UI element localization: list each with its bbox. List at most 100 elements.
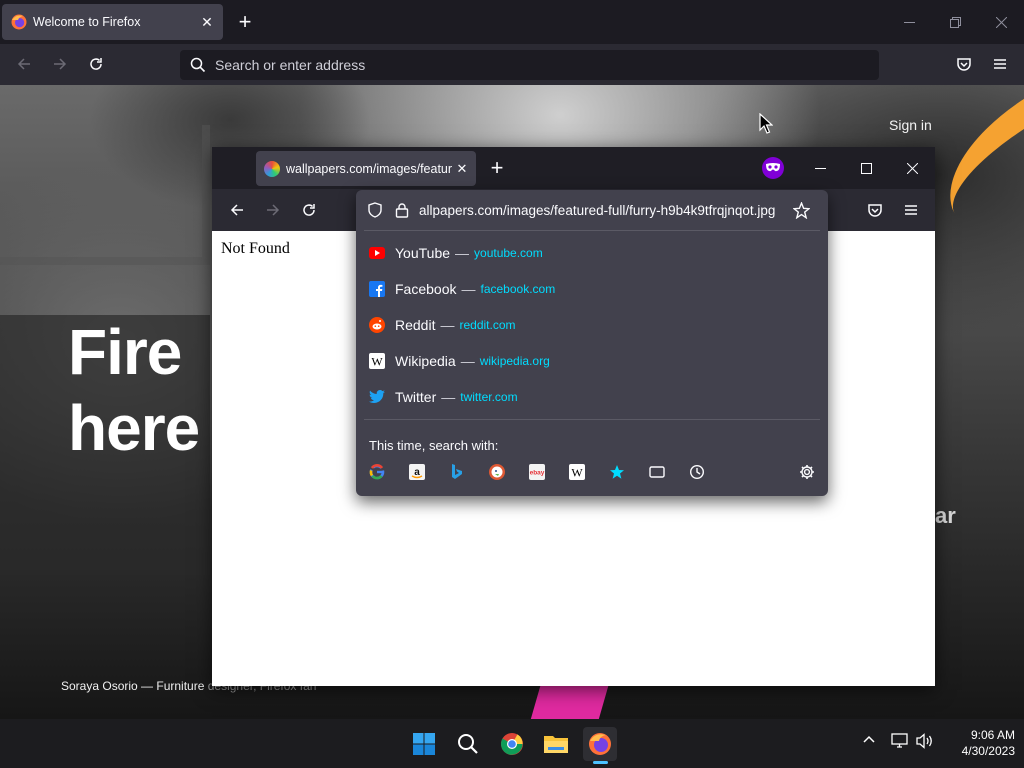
hero-right-text: ar (935, 503, 956, 528)
close-icon (906, 162, 918, 174)
wikipedia-icon[interactable]: W (567, 462, 587, 482)
bing-icon[interactable] (447, 462, 467, 482)
restore-icon (949, 16, 961, 28)
address-bar-dropdown: allpapers.com/images/featured-full/furry… (356, 190, 828, 496)
twitter-icon (369, 389, 385, 405)
search-with-label: This time, search with: (369, 438, 499, 453)
lock-icon[interactable] (395, 202, 409, 218)
forward-button[interactable] (258, 195, 288, 225)
address-url-text: allpapers.com/images/featured-full/furry… (419, 202, 776, 218)
maximize-button[interactable] (843, 147, 889, 189)
svg-text:ebay: ebay (530, 470, 545, 477)
amazon-icon[interactable]: a (407, 462, 427, 482)
suggestion-dash: — (440, 317, 455, 333)
wikipedia-icon: W (369, 353, 385, 369)
suggestion-name: Facebook (395, 281, 457, 297)
folder-icon (544, 736, 568, 753)
private-browsing-icon (762, 157, 784, 179)
minimize-icon (903, 21, 915, 23)
suggestion-reddit[interactable]: Reddit — reddit.com (360, 308, 824, 342)
back-button[interactable] (222, 195, 252, 225)
maximize-icon (860, 162, 872, 174)
taskbar: 9:06 AM 4/30/2023 (0, 719, 1024, 768)
close-window-button[interactable] (889, 147, 935, 189)
not-found-text: Not Found (221, 240, 290, 257)
speaker-icon (916, 733, 932, 749)
sign-in-link[interactable]: Sign in (889, 117, 932, 133)
clock-time: 9:06 AM (970, 728, 1015, 742)
pink-decoration (530, 683, 610, 719)
volume-button[interactable] (916, 733, 934, 752)
pocket-button[interactable] (949, 49, 979, 79)
duckduckgo-icon[interactable] (487, 462, 507, 482)
new-tab-button[interactable]: + (483, 154, 511, 182)
suggestion-url: facebook.com (480, 282, 556, 296)
suggestion-name: Reddit (395, 317, 436, 333)
taskbar-clock[interactable]: 9:06 AM 4/30/2023 (945, 727, 1015, 759)
address-bar[interactable]: Search or enter address (180, 50, 879, 80)
suggestion-url: youtube.com (474, 246, 543, 260)
pocket-icon (957, 58, 971, 71)
tab-close-icon[interactable]: ✕ (452, 159, 472, 179)
suggestion-url: reddit.com (459, 318, 516, 332)
restore-button[interactable] (932, 0, 978, 44)
search-icon (458, 734, 478, 754)
credit-name: Soraya Osorio — Furniture (61, 679, 205, 693)
bookmarks-icon[interactable] (607, 462, 627, 482)
address-bar-input[interactable]: allpapers.com/images/featured-full/furry… (356, 190, 828, 230)
suggestion-dash: — (460, 353, 475, 369)
tab-welcome-to-firefox[interactable]: Welcome to Firefox ✕ (2, 4, 223, 40)
tab-close-icon[interactable]: ✕ (195, 10, 219, 34)
settings-icon[interactable] (797, 462, 817, 482)
back-button[interactable] (9, 49, 39, 79)
svg-text:W: W (371, 355, 383, 369)
reload-icon (90, 58, 102, 70)
tab-title: wallpapers.com/images/featur (286, 161, 452, 176)
orange-swoosh-decoration (921, 86, 1024, 214)
bookmark-star-icon[interactable] (793, 201, 810, 219)
reload-button[interactable] (81, 49, 111, 79)
network-button[interactable] (891, 733, 909, 752)
taskbar-search-button[interactable] (451, 727, 485, 761)
back-navigation-toolbar: Search or enter address (0, 44, 1024, 85)
chevron-up-icon (863, 735, 875, 743)
history-icon[interactable] (687, 462, 707, 482)
suggestion-facebook[interactable]: Facebook — facebook.com (360, 272, 824, 306)
back-tab-strip: Welcome to Firefox ✕ + (0, 0, 1024, 44)
mask-icon (766, 163, 780, 172)
minimize-button[interactable] (797, 147, 843, 189)
chrome-icon (501, 733, 523, 755)
forward-arrow-icon (54, 58, 67, 70)
tab-wallpapers[interactable]: wallpapers.com/images/featur ✕ (256, 151, 476, 186)
chrome-taskbar-button[interactable] (495, 727, 529, 761)
search-icon (190, 57, 206, 73)
suggestion-youtube[interactable]: YouTube — youtube.com (360, 236, 824, 270)
divider (364, 230, 820, 231)
reddit-icon (369, 317, 385, 333)
svg-text:W: W (571, 466, 583, 480)
minimize-button[interactable] (886, 0, 932, 44)
shield-icon[interactable] (367, 202, 383, 218)
menu-button[interactable] (896, 195, 926, 225)
file-explorer-taskbar-button[interactable] (539, 727, 573, 761)
close-window-button[interactable] (978, 0, 1024, 44)
start-button[interactable] (407, 727, 441, 761)
suggestion-wikipedia[interactable]: W Wikipedia — wikipedia.org (360, 344, 824, 378)
menu-button[interactable] (985, 49, 1015, 79)
ebay-icon[interactable]: ebay (527, 462, 547, 482)
divider (364, 419, 820, 420)
pocket-button[interactable] (860, 195, 890, 225)
tabs-icon[interactable] (647, 462, 667, 482)
private-tab-strip: wallpapers.com/images/featur ✕ + (212, 147, 935, 189)
suggestion-url: twitter.com (460, 390, 518, 404)
firefox-taskbar-button[interactable] (583, 727, 617, 761)
suggestion-twitter[interactable]: Twitter — twitter.com (360, 380, 824, 414)
hamburger-menu-icon (905, 205, 917, 215)
show-hidden-icons-button[interactable] (862, 733, 876, 750)
forward-button[interactable] (45, 49, 75, 79)
new-tab-button[interactable]: + (231, 8, 259, 36)
firefox-icon (11, 14, 27, 30)
close-icon (995, 16, 1007, 28)
reload-button[interactable] (294, 195, 324, 225)
google-icon[interactable] (367, 462, 387, 482)
